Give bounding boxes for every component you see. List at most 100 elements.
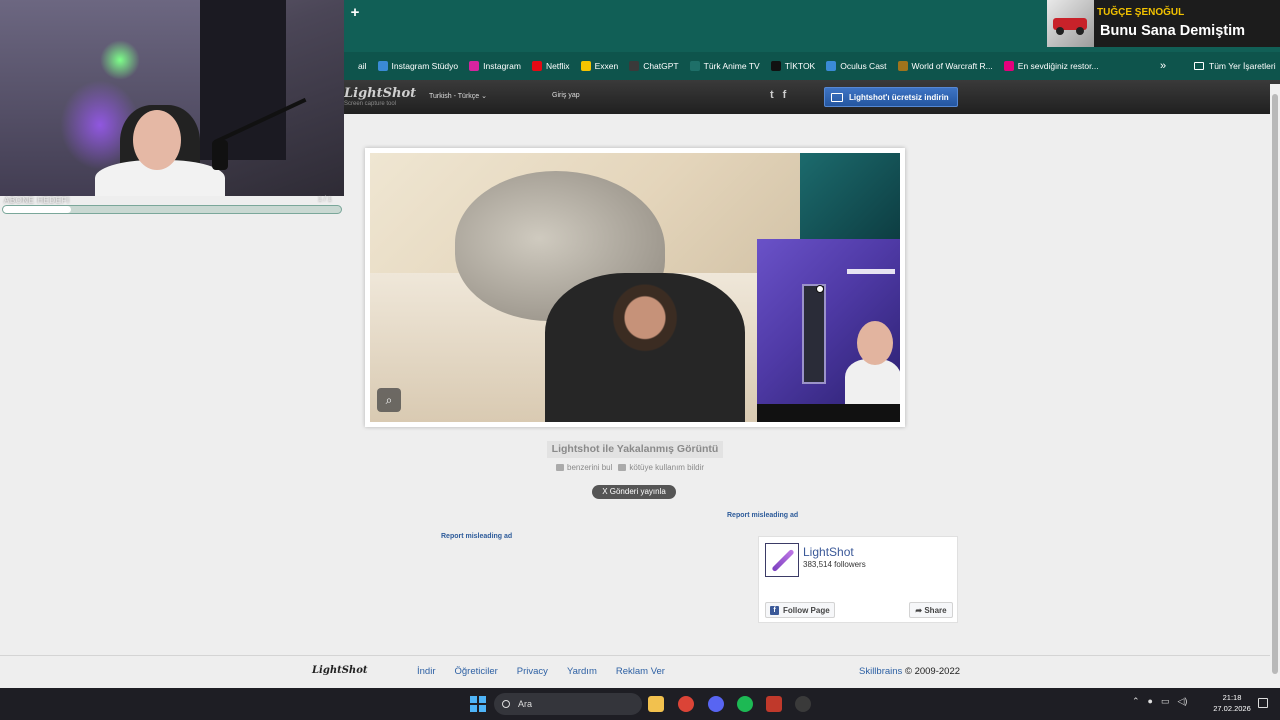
anime-icon [689,61,700,71]
bookmark-label: Oculus Cast [840,61,887,71]
meta-icon [377,61,388,71]
goal-label: ABONE HEDEFİ [4,196,70,205]
folder-icon [1194,62,1204,70]
chrome-icon[interactable] [678,696,694,712]
tiktok-icon [770,61,781,71]
wheel-icon [1076,27,1084,35]
taskbar-clock[interactable]: 21:18 27.02.2026 [1210,692,1254,714]
webcam-wardrobe [200,0,286,160]
subscriber-goal-bar: ABONE HEDEFİ 1 / 1 [0,196,344,220]
bookmark-item[interactable]: Instagram Stüdyo [377,61,458,71]
all-bookmarks-label: Tüm Yer İşaretleri [1209,61,1276,71]
bookmark-item[interactable]: Türk Anime TV [689,61,760,71]
share-label: Share [924,605,947,615]
start-button[interactable] [470,696,486,712]
footer-link[interactable]: Reklam Ver [616,666,665,677]
report-ad-link-right[interactable]: Report misleading ad [727,512,798,519]
lightshot-logo[interactable]: LightShot [344,86,416,101]
chevron-up-icon[interactable]: ⌃ [1132,696,1140,707]
mic-icon[interactable]: ● [1148,696,1153,707]
all-bookmarks-button[interactable]: Tüm Yer İşaretleri [1194,52,1276,80]
bookmark-item[interactable]: En sevdiğiniz restor... [1003,61,1099,71]
screenshot-caption: Lightshot ile Yakalanmış Görüntü [547,441,723,458]
skillbrains-link[interactable]: Skillbrains [859,666,902,677]
language-selector[interactable]: Turkish - Türkçe ⌄ [429,92,487,100]
bookmarks-more-button[interactable]: » [1160,52,1166,80]
caption-links: benzerini bul kötüye kullanım bildir [556,463,704,472]
taskbar-search[interactable]: Ara [494,693,642,715]
streamer-webcam [0,0,344,196]
bookmark-label: Türk Anime TV [703,61,760,71]
bookmark-item[interactable]: ChatGPT [629,61,679,71]
share-icon: ➦ [915,605,925,615]
warcraft-icon [897,61,908,71]
social-links: t f [770,89,786,101]
lightshot-avatar[interactable] [765,543,799,577]
report-ad-link-left[interactable]: Report misleading ad [441,533,512,540]
report-abuse-label: kötüye kullanım bildir [629,463,705,472]
taskbar-search-placeholder: Ara [518,699,533,709]
system-tray: ⌃ ● ▭ ◁) [1132,696,1187,707]
oculus-icon [826,61,837,71]
login-link[interactable]: Giriş yap [552,92,580,99]
scrollbar-thumb[interactable] [1272,94,1278,674]
bookmark-label: World of Warcraft R... [911,61,993,71]
bookmark-item[interactable]: Oculus Cast [826,61,887,71]
monitor-icon[interactable]: ▭ [1161,696,1170,707]
bookmarks-list: ail Instagram Stüdyo Instagram Netflix Exxen… [344,52,1110,80]
bookmark-item[interactable]: Instagram [469,61,521,71]
mail-icon [344,61,354,71]
screenshot-image[interactable]: ⌕ [370,153,900,422]
speaker-icon[interactable]: ◁) [1178,696,1188,707]
follow-page-label: Follow Page [783,605,830,615]
facebook-icon[interactable]: f [783,89,787,101]
follow-page-button[interactable]: f Follow Page [765,602,835,618]
image-teal-region [800,153,900,239]
copyright-text: © 2009-2022 [904,666,961,677]
bookmark-item[interactable]: Exxen [580,61,618,71]
search-similar-link[interactable]: benzerini bul [556,463,612,472]
file-explorer-icon[interactable] [648,696,664,712]
discord-icon[interactable] [708,696,724,712]
footer-link[interactable]: Privacy [517,666,548,677]
bookmark-item[interactable]: ail [344,61,367,71]
bookmark-label: ChatGPT [643,61,679,71]
obs-icon[interactable] [795,696,811,712]
footer-link[interactable]: Yardım [567,666,597,677]
windows-logo-icon [470,696,477,703]
page-scrollbar[interactable] [1270,84,1280,688]
notification-icon[interactable] [1258,698,1268,708]
bookmark-label: ail [358,61,367,71]
screenshot-frame: ⌕ [365,148,905,427]
download-button[interactable]: Lightshot'ı ücretsiz indirin [824,87,958,107]
footer-link[interactable]: İndir [417,666,435,677]
facebook-icon: f [770,605,779,615]
image-search-icon[interactable]: ⌕ [377,388,401,412]
windows-logo-icon [470,705,477,712]
inset-shelf [847,269,895,274]
voicemod-icon[interactable] [766,696,782,712]
fb-followers-count: 383,514 followers [803,560,866,569]
bookmark-item[interactable]: World of Warcraft R... [897,61,993,71]
bookmark-label: En sevdiğiniz restor... [1017,61,1099,71]
share-button[interactable]: ➦ Share [909,602,953,618]
footer-link[interactable]: Öğreticiler [454,666,497,677]
fb-page-name[interactable]: LightShot [803,545,854,559]
goal-track [2,205,342,214]
trash-icon [618,464,627,471]
new-tab-button[interactable]: + [348,5,362,21]
footer-logo[interactable]: LightShot [312,665,368,676]
bookmark-item[interactable]: Netflix [531,61,570,71]
lightshot-logo-subtitle: Screen capture tool [344,101,397,107]
clock-time: 21:18 [1222,693,1242,702]
netflix-icon [531,61,542,71]
inset-head [857,321,893,365]
alert-message: Bunu Sana Demiştim [1100,23,1246,39]
spotify-icon[interactable] [737,696,753,712]
feather-icon [771,548,795,573]
microphone-icon [212,140,228,170]
twitter-icon[interactable]: t [770,89,774,101]
bookmark-item[interactable]: TİKTOK [770,61,815,71]
report-abuse-link[interactable]: kötüye kullanım bildir [618,463,704,472]
tweet-button[interactable]: X Gönderi yayınla [592,485,676,499]
